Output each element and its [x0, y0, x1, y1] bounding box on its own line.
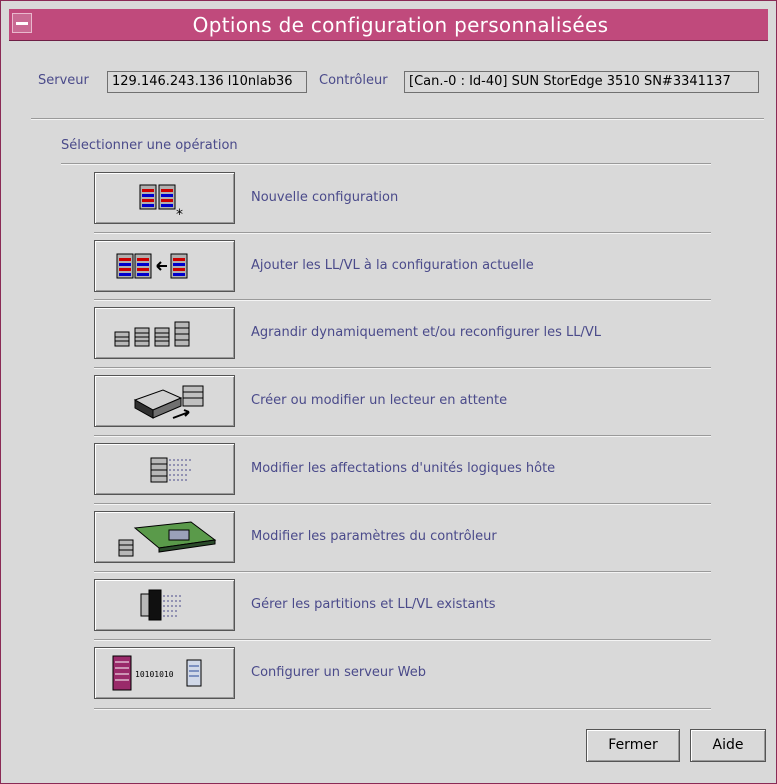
separator	[94, 708, 711, 710]
svg-text:10101010: 10101010	[135, 670, 174, 679]
separator	[94, 367, 711, 369]
op-label-add-ld[interactable]: Ajouter les LL/VL à la configuration act…	[251, 258, 534, 273]
svg-text:*: *	[176, 207, 183, 223]
server-label: Serveur	[38, 73, 89, 88]
title-bar[interactable]: Options de configuration personnalisées	[9, 9, 768, 41]
server-field: 129.146.243.136 l10nlab36	[107, 71, 307, 93]
dialog-window: Options de configuration personnalisées …	[0, 0, 777, 784]
host-lun-icon	[150, 457, 191, 483]
op-label-new-config[interactable]: Nouvelle configuration	[251, 190, 398, 205]
standby-drive-button[interactable]	[94, 375, 235, 427]
op-label-web-server[interactable]: Configurer un serveur Web	[251, 665, 426, 680]
section-label: Sélectionner une opération	[61, 138, 238, 153]
separator	[94, 571, 711, 573]
op-label-host-lun[interactable]: Modifier les affectations d'unités logiq…	[251, 461, 555, 476]
separator	[94, 435, 711, 437]
separator	[61, 163, 711, 165]
web-server-button[interactable]: 10101010	[94, 647, 235, 699]
standby-drive-icon	[133, 385, 204, 419]
op-label-partitions[interactable]: Gérer les partitions et LL/VL existants	[251, 597, 496, 612]
close-button[interactable]: Fermer	[586, 729, 680, 762]
host-lun-button[interactable]	[94, 443, 235, 495]
separator	[94, 299, 711, 301]
op-label-expand-ld[interactable]: Agrandir dynamiquement et/ou reconfigure…	[251, 325, 601, 340]
op-label-controller-params[interactable]: Modifier les paramètres du contrôleur	[251, 529, 497, 544]
separator	[94, 639, 711, 641]
add-ld-button[interactable]	[94, 240, 235, 292]
controller-params-button[interactable]	[94, 511, 235, 563]
new-config-icon: *	[139, 184, 183, 223]
help-button[interactable]: Aide	[690, 729, 766, 762]
controller-field: [Can.-0 : Id-40] SUN StorEdge 3510 SN#33…	[404, 71, 759, 93]
new-config-button[interactable]: *	[94, 172, 235, 224]
partitions-icon	[140, 589, 183, 621]
separator	[94, 503, 711, 505]
controller-params-icon	[118, 521, 217, 557]
separator	[31, 118, 764, 120]
expand-ld-icon	[114, 321, 190, 347]
window-menu-icon[interactable]	[12, 13, 32, 33]
add-ld-icon	[116, 253, 188, 279]
separator	[94, 232, 711, 234]
controller-label: Contrôleur	[319, 73, 388, 88]
op-label-standby-drive[interactable]: Créer ou modifier un lecteur en attente	[251, 393, 507, 408]
window-title: Options de configuration personnalisées	[192, 13, 609, 37]
expand-ld-button[interactable]	[94, 307, 235, 359]
partitions-button[interactable]	[94, 579, 235, 631]
web-server-icon: 10101010	[112, 655, 202, 691]
